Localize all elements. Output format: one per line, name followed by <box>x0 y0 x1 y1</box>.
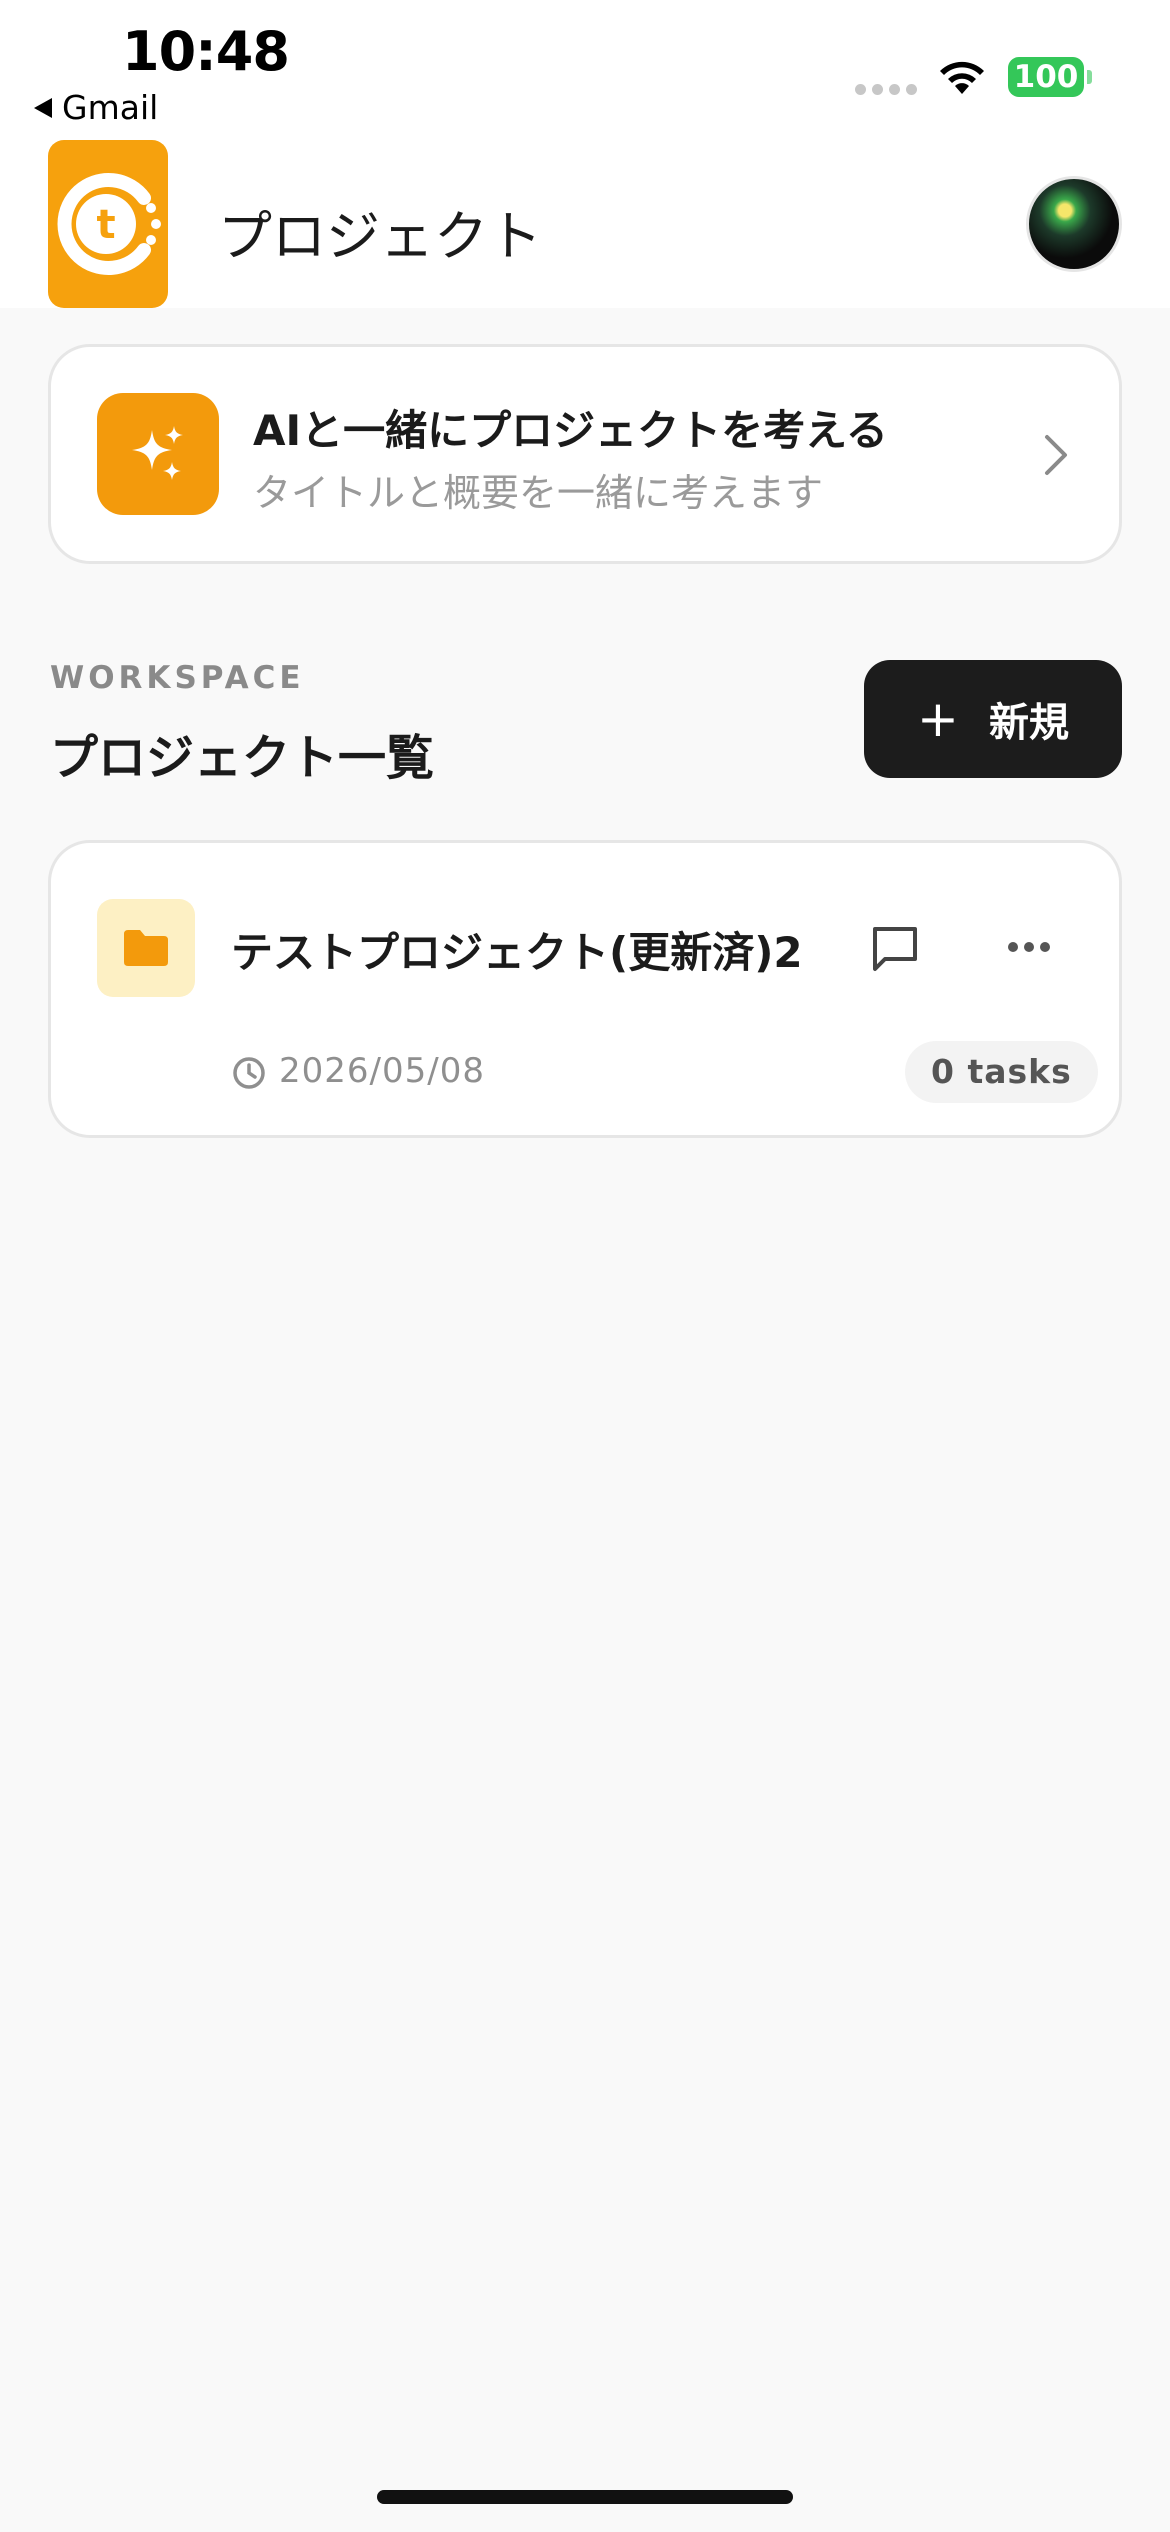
clock-icon <box>233 1057 265 1089</box>
chat-icon[interactable] <box>869 923 921 975</box>
back-triangle-icon <box>34 97 52 118</box>
user-avatar[interactable] <box>1026 176 1122 272</box>
ai-assist-card[interactable]: AIと一緒にプロジェクトを考える タイトルと概要を一緒に考えます <box>48 344 1122 564</box>
battery-icon: 100 <box>1008 57 1084 97</box>
tasks-count-badge: 0 tasks <box>905 1041 1098 1103</box>
chevron-right-icon <box>1045 435 1067 475</box>
new-button-label: 新規 <box>988 700 1069 746</box>
wifi-icon <box>940 61 984 94</box>
section-eyebrow: WORKSPACE <box>50 660 305 696</box>
project-name: テストプロジェクト(更新済)2 <box>231 928 803 977</box>
svg-text:t: t <box>96 202 115 248</box>
project-card[interactable]: テストプロジェクト(更新済)2 2026/05/08 0 tasks <box>48 840 1122 1138</box>
back-app-label: Gmail <box>62 88 159 127</box>
ai-card-title: AIと一緒にプロジェクトを考える <box>253 406 888 455</box>
plus-icon: + <box>917 690 959 748</box>
status-time: 10:48 <box>122 20 290 83</box>
more-options-icon[interactable] <box>1005 937 1053 957</box>
status-bar: 10:48 Gmail 100 <box>0 0 1170 140</box>
battery-cap <box>1087 70 1092 84</box>
app-header: t プロジェクト <box>0 140 1170 308</box>
back-to-app-link[interactable]: Gmail <box>34 88 158 127</box>
folder-icon <box>97 899 195 997</box>
new-project-button[interactable]: + 新規 <box>864 660 1122 778</box>
project-date: 2026/05/08 <box>279 1051 485 1091</box>
section-title: プロジェクト一覧 <box>50 730 435 786</box>
app-logo-icon[interactable]: t <box>48 140 168 308</box>
cellular-signal-icon <box>855 84 917 95</box>
sparkles-icon <box>97 393 219 515</box>
home-indicator[interactable] <box>377 2490 793 2504</box>
page-title: プロジェクト <box>218 205 542 268</box>
ai-card-subtitle: タイトルと概要を一緒に考えます <box>253 471 824 515</box>
